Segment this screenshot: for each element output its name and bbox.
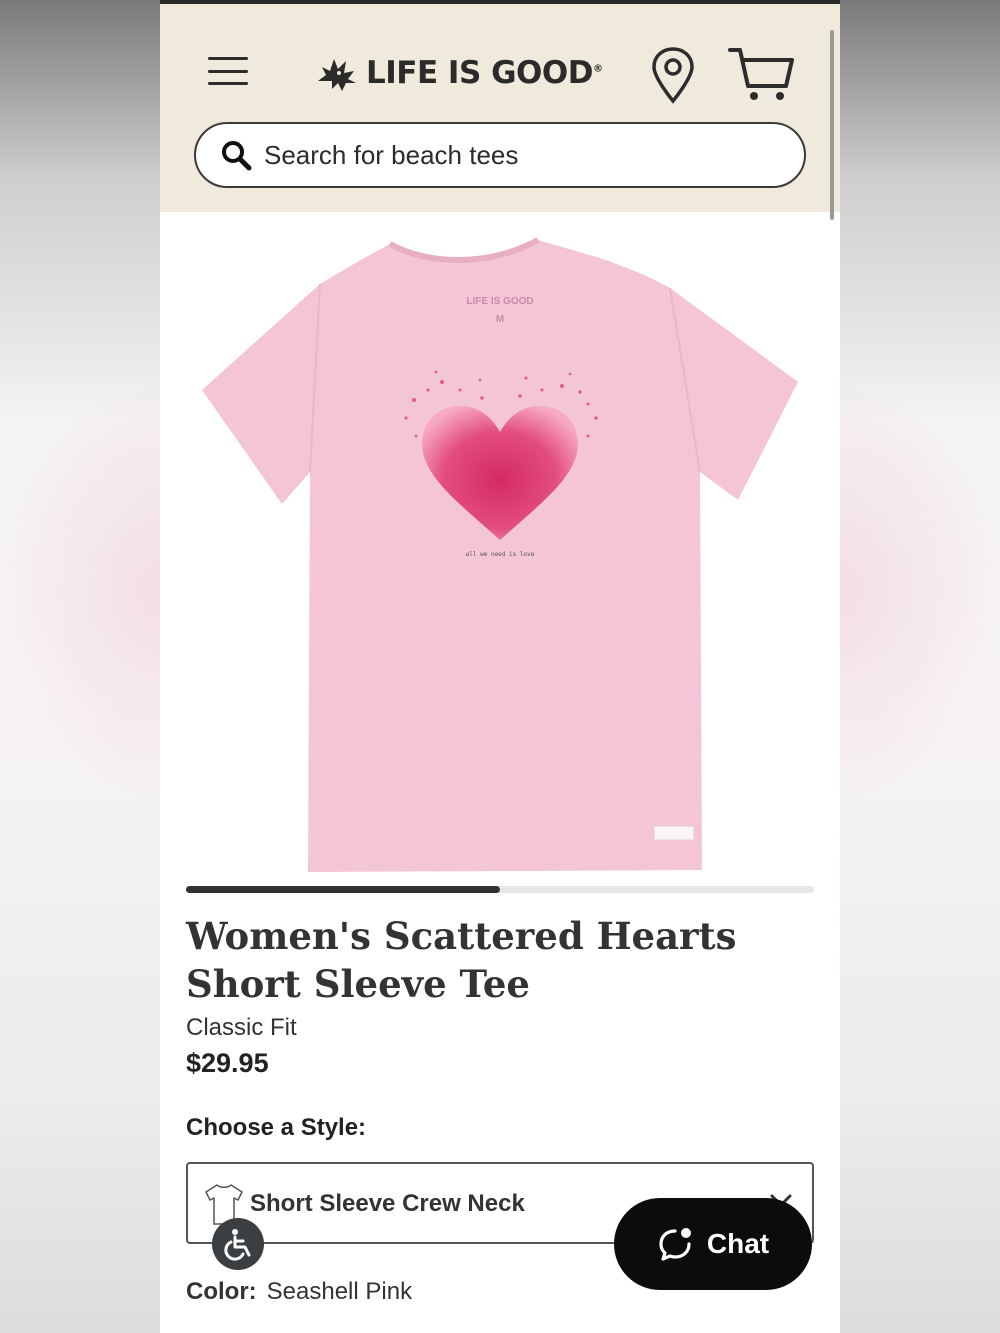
chat-button[interactable]: Chat (614, 1198, 812, 1290)
background-glow-left (0, 380, 160, 800)
background-glow-right (840, 380, 1000, 800)
product-title: Women's Scattered Hearts Short Sleeve Te… (186, 914, 737, 1006)
brand-logo[interactable]: LIFE IS GOOD® (312, 48, 603, 98)
accessibility-button[interactable] (212, 1218, 264, 1270)
hem-tag (653, 825, 695, 841)
image-carousel-progress[interactable] (186, 886, 814, 893)
shirt-print-text: all we need is love (466, 551, 535, 558)
product-price: $29.95 (186, 1048, 269, 1078)
style-selected-value: Short Sleeve Crew Neck (250, 1190, 525, 1217)
product-image[interactable]: LIFE IS GOOD M all we need is love (190, 222, 810, 882)
color-row: Color: Seashell Pink (186, 1278, 412, 1306)
dragon-logo-icon (318, 59, 356, 91)
search-bar[interactable] (194, 122, 806, 188)
search-input[interactable] (264, 139, 784, 171)
menu-icon[interactable] (206, 54, 250, 88)
site-header: LIFE IS GOOD® (160, 4, 840, 220)
style-label: Choose a Style: (186, 1114, 367, 1141)
cart-icon[interactable] (728, 46, 796, 104)
wheelchair-icon (224, 1229, 251, 1261)
carousel-progress-fill (186, 886, 500, 893)
color-label: Color: (186, 1278, 257, 1305)
scrollbar[interactable] (830, 30, 834, 220)
shirt-label-size: M (496, 314, 504, 325)
chat-label: Chat (706, 1228, 770, 1259)
product-fit: Classic Fit (186, 1014, 297, 1041)
search-icon[interactable] (220, 139, 252, 171)
brand-name: LIFE IS GOOD® (366, 55, 603, 91)
phone-screen: LIFE IS GOOD® Search for beach tees LIFE… (160, 0, 840, 1333)
location-pin-icon[interactable] (650, 46, 696, 104)
chat-bubble-icon (659, 1228, 691, 1261)
color-value: Seashell Pink (266, 1278, 413, 1305)
shirt-label-brand: LIFE IS GOOD (466, 296, 533, 307)
